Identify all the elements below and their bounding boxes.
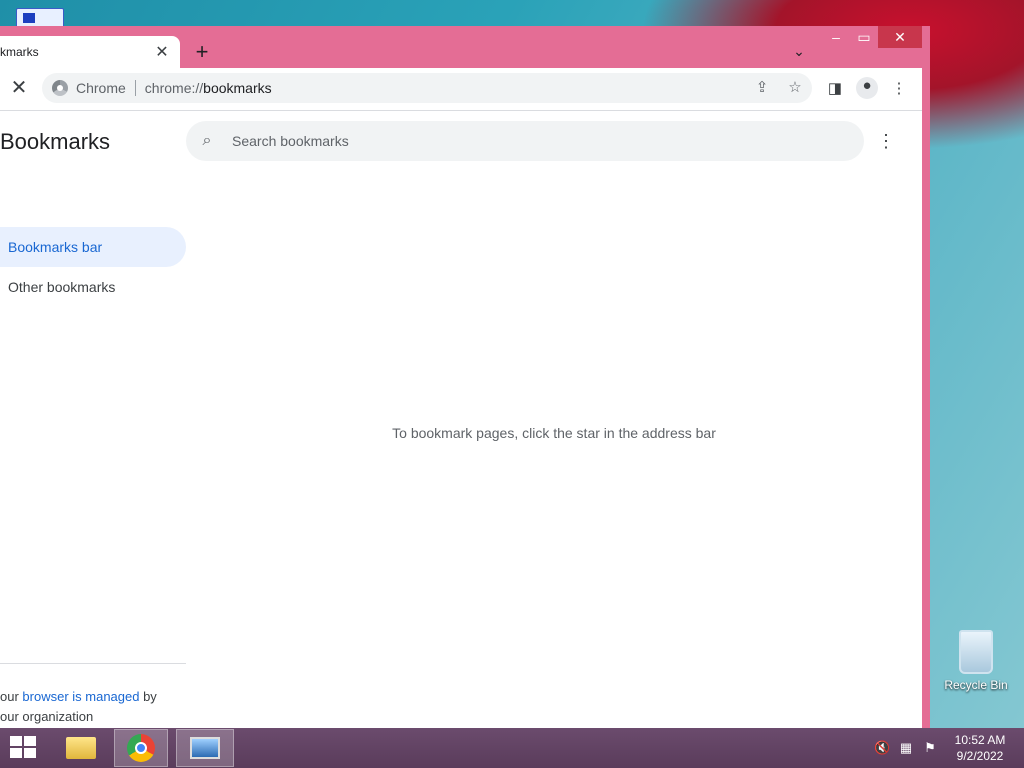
photos-icon	[190, 737, 220, 759]
taskbar: 🔇 ▦ ⚑ 10:52 AM 9/2/2022	[0, 728, 1024, 768]
managed-link[interactable]: browser is managed	[22, 689, 139, 704]
bookmarks-sidebar: Bookmarks bar Other bookmarks our browse…	[0, 171, 186, 734]
tab-bookmarks[interactable]: kmarks ✕	[0, 36, 180, 68]
taskbar-clock[interactable]: 10:52 AM 9/2/2022	[944, 732, 1016, 764]
bookmarks-page: Bookmarks ⌕ ⋮ Bookmarks bar Other bookma…	[0, 110, 922, 734]
start-icon[interactable]	[10, 736, 38, 760]
site-chip: Chrome	[76, 80, 126, 96]
sidebar-item-bookmarks-bar[interactable]: Bookmarks bar	[0, 227, 186, 267]
profile-avatar-icon[interactable]: ●	[856, 77, 878, 99]
chrome-icon	[127, 734, 155, 762]
network-icon[interactable]: ▦	[898, 740, 914, 756]
managed-line2: our organization	[0, 709, 94, 724]
managed-suffix: by	[139, 689, 157, 704]
chrome-menu-icon[interactable]: ⋮	[890, 80, 908, 98]
sidebar-item-label: Bookmarks bar	[8, 239, 103, 255]
recycle-bin-label: Recycle Bin	[944, 678, 1008, 692]
tab-close-icon[interactable]: ✕	[152, 42, 172, 62]
sidebar-item-label: Other bookmarks	[8, 279, 116, 295]
new-tab-button[interactable]: +	[190, 41, 214, 65]
window-close-button[interactable]: ✕	[878, 26, 922, 48]
stop-loading-icon[interactable]: ✕	[8, 77, 30, 99]
browser-window: kmarks ✕ + ⌄ – ▭ ✕ ✕ Chrome chrome://boo…	[0, 26, 930, 734]
minimize-button[interactable]: –	[822, 26, 850, 48]
taskbar-file-explorer[interactable]	[54, 729, 108, 767]
url-text[interactable]: chrome://bookmarks	[145, 80, 272, 96]
browser-toolbar: ✕ Chrome chrome://bookmarks ⇪ ☆ ◨ ● ⋮	[0, 68, 922, 110]
bookmarks-header: Bookmarks ⌕ ⋮	[0, 111, 922, 171]
search-icon: ⌕	[202, 132, 212, 149]
recycle-bin[interactable]: Recycle Bin	[940, 630, 1012, 692]
side-panel-icon[interactable]: ◨	[826, 80, 844, 98]
managed-prefix: our	[0, 689, 23, 704]
clock-date: 9/2/2022	[956, 749, 1004, 763]
page-title: Bookmarks	[0, 129, 111, 154]
sidebar-divider	[0, 663, 186, 664]
taskbar-chrome[interactable]	[114, 729, 168, 767]
chrome-site-icon	[52, 80, 68, 96]
organize-menu-icon[interactable]: ⋮	[876, 131, 896, 151]
tab-search-chevron-icon[interactable]: ⌄	[788, 43, 810, 63]
clock-time: 10:52 AM	[954, 733, 1006, 747]
search-input[interactable]	[230, 132, 834, 150]
tab-title: kmarks	[0, 45, 39, 59]
omnibox-separator	[134, 80, 136, 96]
tab-strip: kmarks ✕ + ⌄ – ▭ ✕	[0, 26, 922, 68]
action-center-icon[interactable]: ⚑	[922, 740, 938, 756]
search-bar[interactable]: ⌕	[186, 121, 864, 161]
file-explorer-icon	[66, 737, 96, 759]
volume-muted-icon[interactable]: 🔇	[874, 740, 890, 756]
url-path: bookmarks	[203, 80, 272, 96]
managed-notice: our browser is managed by our organizati…	[0, 687, 186, 727]
recycle-bin-icon	[959, 630, 993, 674]
address-bar[interactable]: Chrome chrome://bookmarks ⇪ ☆	[42, 73, 812, 103]
sidebar-item-other-bookmarks[interactable]: Other bookmarks	[0, 267, 186, 307]
share-icon[interactable]: ⇪	[753, 79, 771, 97]
bookmark-star-icon[interactable]: ☆	[786, 79, 804, 97]
empty-state-message: To bookmark pages, click the star in the…	[392, 425, 716, 441]
url-scheme: chrome://	[144, 80, 204, 96]
taskbar-photos[interactable]	[176, 729, 234, 767]
maximize-button[interactable]: ▭	[850, 26, 878, 48]
